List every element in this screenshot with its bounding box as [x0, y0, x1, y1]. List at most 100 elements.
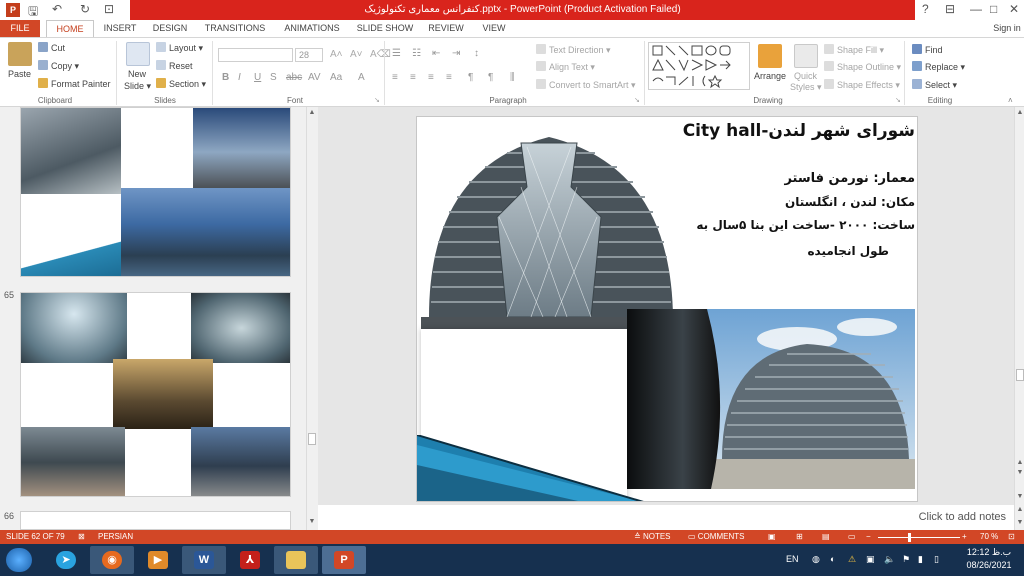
align-right-icon[interactable]: ≡: [428, 72, 434, 83]
scroll-down-arrow-icon[interactable]: ▼: [1015, 493, 1024, 500]
slide-title[interactable]: شورای شهر لندن-City hall: [617, 121, 915, 141]
increase-indent-icon[interactable]: ⇥: [452, 48, 460, 59]
taskbar-telegram[interactable]: ➤: [44, 546, 88, 574]
ribbon-display-options-icon[interactable]: ⊟: [945, 2, 955, 16]
slide-body-line-4[interactable]: طول انجامیده: [717, 244, 889, 258]
slide-editing-area[interactable]: شورای شهر لندن-City hall معمار: نورمن فا…: [318, 107, 1024, 530]
clock-date[interactable]: 08/26/2021: [958, 560, 1020, 570]
select-button[interactable]: Select ▾: [912, 79, 957, 91]
scroll-down-arrow-icon[interactable]: ▼: [307, 518, 317, 525]
align-left-icon[interactable]: ≡: [392, 72, 398, 83]
reset-button[interactable]: Reset: [156, 60, 193, 71]
text-direction-button[interactable]: Text Direction ▾: [536, 44, 611, 56]
reading-view-icon[interactable]: ▤: [822, 532, 830, 541]
tab-review[interactable]: REVIEW: [424, 20, 468, 37]
slide-body-line-1[interactable]: معمار: نورمن فاستر: [677, 171, 915, 186]
sign-in-link[interactable]: Sign in: [990, 20, 1024, 37]
quick-styles-icon[interactable]: [794, 44, 818, 68]
drawing-dialog-launcher-icon[interactable]: ↘: [895, 96, 901, 104]
change-case-icon[interactable]: Aa: [330, 72, 342, 83]
numbering-icon[interactable]: ☷: [412, 48, 421, 59]
taskbar-file-explorer[interactable]: [274, 546, 318, 574]
find-button[interactable]: Find: [912, 44, 943, 55]
city-hall-photo-top[interactable]: [421, 127, 677, 333]
tab-slide-show[interactable]: SLIDE SHOW: [354, 20, 416, 37]
taskbar-acrobat[interactable]: ⅄: [228, 546, 272, 574]
section-button[interactable]: Section ▾: [156, 78, 206, 90]
bold-icon[interactable]: B: [222, 72, 229, 83]
spelling-check-icon[interactable]: ⊠: [78, 532, 85, 541]
notes-scroll-down-icon[interactable]: ▼: [1015, 519, 1024, 526]
tab-design[interactable]: DESIGN: [148, 20, 192, 37]
powerpoint-app-icon[interactable]: P: [6, 3, 20, 17]
scroll-up-arrow-icon[interactable]: ▲: [1015, 109, 1024, 116]
network-icon[interactable]: ▮: [918, 554, 923, 565]
shapes-gallery[interactable]: [648, 42, 750, 90]
slide-scrollbar[interactable]: ▲ ▲ ▼ ▼: [1014, 107, 1024, 505]
slide-thumbnail-panel[interactable]: 65 66 ▲ ▼: [0, 107, 318, 530]
previous-slide-icon[interactable]: ▲: [1015, 459, 1024, 466]
zoom-level[interactable]: 70 %: [980, 532, 998, 541]
slide-thumbnail-65[interactable]: [20, 292, 291, 497]
arrange-button[interactable]: Arrange: [754, 71, 786, 81]
paste-button[interactable]: Paste: [8, 69, 31, 79]
collapse-ribbon-icon[interactable]: ˄: [1008, 96, 1013, 105]
font-size-box[interactable]: 28: [295, 48, 323, 62]
flag-icon[interactable]: ⚑: [902, 554, 910, 565]
zoom-in-icon[interactable]: +: [962, 532, 967, 541]
notes-placeholder[interactable]: Click to add notes: [919, 511, 1006, 523]
start-button-icon[interactable]: [6, 548, 32, 572]
clear-formatting-icon[interactable]: A⌫: [370, 49, 391, 60]
font-name-box[interactable]: [218, 48, 293, 62]
bullets-icon[interactable]: ☰: [392, 48, 401, 59]
slide-thumbnail-66[interactable]: [20, 511, 291, 530]
shadow-icon[interactable]: S: [270, 72, 277, 83]
warning-icon[interactable]: ⚠: [848, 554, 856, 565]
zoom-out-icon[interactable]: −: [866, 532, 871, 541]
redo-icon[interactable]: ↻: [80, 2, 90, 16]
taskbar-word[interactable]: W: [182, 546, 226, 574]
normal-view-icon[interactable]: ▣: [768, 532, 776, 541]
notes-scrollbar[interactable]: ▲ ▼: [1014, 505, 1024, 530]
strikethrough-icon[interactable]: abc: [286, 72, 302, 83]
font-dialog-launcher-icon[interactable]: ↘: [374, 96, 380, 104]
volume-icon[interactable]: 🔈: [884, 554, 895, 565]
cut-button[interactable]: Cut: [38, 42, 65, 53]
tab-file[interactable]: FILE: [0, 20, 40, 37]
quick-styles-button-line2[interactable]: Styles ▾: [790, 82, 822, 93]
battery-icon[interactable]: ▯: [934, 554, 939, 565]
scrollbar-thumb[interactable]: [308, 433, 316, 445]
new-slide-button[interactable]: New: [128, 69, 146, 79]
arrange-icon[interactable]: [758, 44, 782, 68]
paragraph-dialog-launcher-icon[interactable]: ↘: [634, 96, 640, 104]
paste-icon[interactable]: [8, 42, 32, 66]
layout-button[interactable]: Layout ▾: [156, 42, 203, 54]
justify-icon[interactable]: ≡: [446, 72, 452, 83]
font-color-icon[interactable]: A: [358, 72, 365, 83]
scrollbar-thumb[interactable]: [1016, 369, 1024, 381]
align-text-button[interactable]: Align Text ▾: [536, 61, 595, 73]
taskbar-powerpoint[interactable]: P: [322, 546, 366, 574]
fit-slide-icon[interactable]: ⊡: [1008, 532, 1015, 541]
character-spacing-icon[interactable]: AV: [308, 72, 321, 83]
tab-insert[interactable]: INSERT: [98, 20, 142, 37]
close-button[interactable]: ✕: [1009, 2, 1019, 16]
notes-scroll-up-icon[interactable]: ▲: [1015, 506, 1024, 513]
clock-time[interactable]: 12:12 ب.ظ: [958, 547, 1020, 558]
shape-outline-button[interactable]: Shape Outline ▾: [824, 61, 901, 73]
taskbar-firefox[interactable]: ◉: [90, 546, 134, 574]
minimize-button[interactable]: —: [970, 2, 982, 16]
restore-button[interactable]: □: [990, 2, 997, 16]
input-language[interactable]: EN: [786, 554, 799, 564]
city-hall-photo-bottom[interactable]: [627, 309, 915, 489]
slide-sorter-view-icon[interactable]: ⊞: [796, 532, 803, 541]
thumbnail-scrollbar[interactable]: ▲ ▼: [306, 107, 316, 530]
start-from-beginning-icon[interactable]: ⊡: [104, 2, 114, 16]
zoom-slider-thumb[interactable]: [908, 533, 911, 542]
replace-button[interactable]: Replace ▾: [912, 61, 965, 73]
ltr-icon[interactable]: ¶: [488, 72, 493, 83]
columns-icon[interactable]: ⫼: [510, 72, 515, 83]
convert-smartart-button[interactable]: Convert to SmartArt ▾: [536, 79, 636, 91]
slide-body-line-3[interactable]: ساخت: ۲۰۰۰ -ساخت این بنا ۵سال به: [657, 218, 915, 232]
tab-transitions[interactable]: TRANSITIONS: [200, 20, 270, 37]
